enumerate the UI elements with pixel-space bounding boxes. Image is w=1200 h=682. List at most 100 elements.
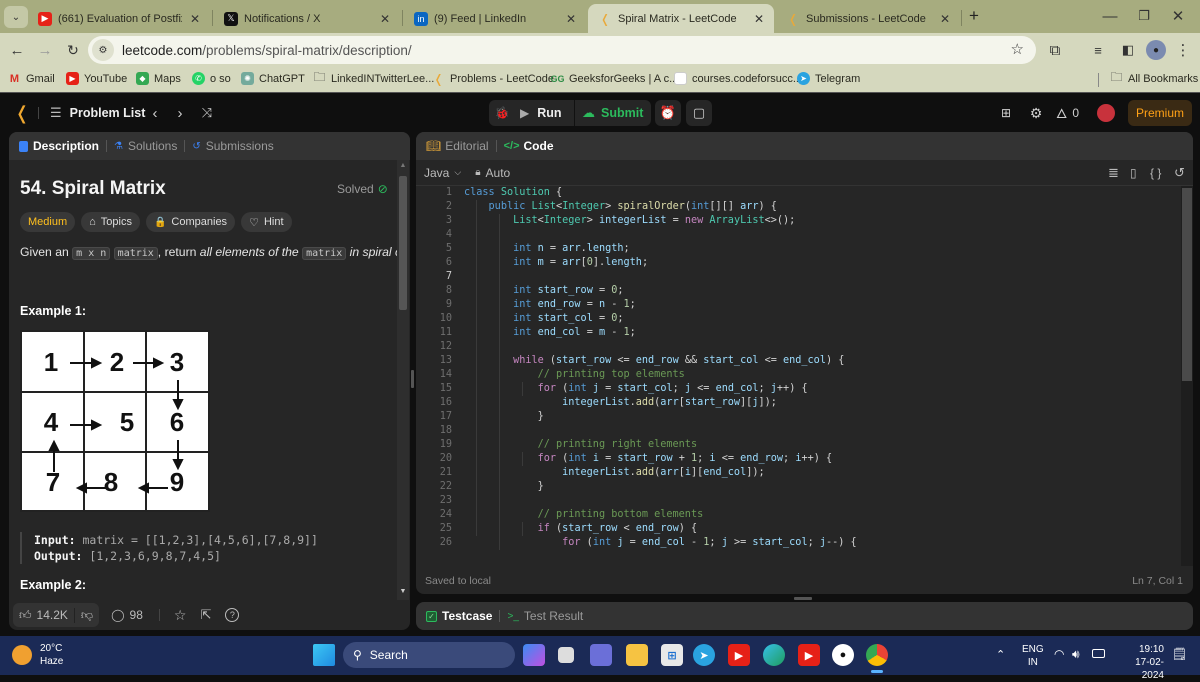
- code-line[interactable]: 13 while (start_row <= end_row && start_…: [416, 354, 1176, 368]
- browser-tab[interactable]: in (9) Feed | LinkedIn ✕: [404, 4, 586, 33]
- close-window-button[interactable]: ✕: [1164, 6, 1192, 26]
- teams-icon[interactable]: [590, 644, 612, 666]
- tab-search-button[interactable]: ⌄: [4, 6, 28, 28]
- code-line[interactable]: 3 List<Integer> integerList = new ArrayL…: [416, 214, 1176, 228]
- description-scrollbar[interactable]: ▲ ▼: [397, 160, 409, 600]
- bookmark-chatgpt[interactable]: ✺ ChatGPT: [241, 72, 305, 85]
- file-explorer-icon[interactable]: [626, 644, 648, 666]
- show-hidden-icons[interactable]: ⌃: [996, 648, 1005, 661]
- code-line[interactable]: 2 public List<Integer> spiralOrder(int[]…: [416, 200, 1176, 214]
- tab-submissions[interactable]: ↺ Submissions: [192, 139, 273, 153]
- side-panel-icon[interactable]: ◧: [1118, 40, 1138, 60]
- editor-scrollbar-thumb[interactable]: [1182, 188, 1192, 381]
- all-bookmarks-button[interactable]: 🗀 All Bookmarks: [1110, 70, 1198, 85]
- prev-problem-button[interactable]: ‹: [147, 103, 163, 123]
- back-button[interactable]: ←: [6, 39, 28, 61]
- code-line[interactable]: 9 int end_row = n - 1;: [416, 298, 1176, 312]
- like-button[interactable]: 👍︎ 14.2K: [13, 608, 74, 623]
- reload-button[interactable]: ↻: [62, 39, 84, 61]
- user-avatar[interactable]: [1097, 104, 1115, 122]
- tab-testcase[interactable]: ✓ Testcase: [426, 609, 492, 623]
- close-tab-icon[interactable]: ✕: [380, 12, 390, 26]
- code-line[interactable]: 12: [416, 340, 1176, 354]
- bookmark-courses[interactable]: courses.codeforsucc...: [674, 72, 802, 85]
- extensions-icon[interactable]: ⧉: [1045, 40, 1065, 60]
- browser-tab[interactable]: ❬ Submissions - LeetCode ✕: [776, 4, 960, 33]
- task-view-icon[interactable]: [558, 647, 574, 663]
- code-line[interactable]: 22 }: [416, 480, 1176, 494]
- submit-button[interactable]: ☁ Submit: [582, 103, 643, 123]
- code-line[interactable]: 19 // printing right elements: [416, 438, 1176, 452]
- problem-list-button[interactable]: ☰ Problem List: [50, 103, 145, 123]
- bookmark-folder[interactable]: 🗀 LinkedINTwitterLee...: [313, 70, 434, 85]
- dislike-button[interactable]: 👎︎: [73, 607, 99, 623]
- tab-code[interactable]: </> Code: [504, 139, 554, 153]
- youtube-icon[interactable]: ▶: [798, 644, 820, 666]
- code-line[interactable]: 4: [416, 228, 1176, 242]
- close-tab-icon[interactable]: ✕: [566, 12, 576, 26]
- bookmark-youtube[interactable]: ▶ YouTube: [66, 72, 127, 85]
- close-tab-icon[interactable]: ✕: [940, 12, 950, 26]
- bookmark-star-icon[interactable]: ☆: [1011, 40, 1024, 58]
- editor-resize-handle[interactable]: [794, 597, 812, 600]
- leetcode-logo[interactable]: ❬: [12, 103, 32, 123]
- code-line[interactable]: 24 // printing bottom elements: [416, 508, 1176, 522]
- tab-solutions[interactable]: ⚗ Solutions: [114, 139, 177, 153]
- companies-tag[interactable]: 🔒 Companies: [145, 212, 236, 232]
- media-control-icon[interactable]: ≡: [1088, 40, 1108, 60]
- next-problem-button[interactable]: ›: [172, 103, 188, 123]
- code-line[interactable]: 25 if (start_row < end_row) {: [416, 522, 1176, 536]
- chrome-menu-icon[interactable]: ⋮: [1174, 40, 1192, 60]
- scroll-down-arrow[interactable]: ▼: [397, 588, 409, 598]
- share-icon[interactable]: ⇱: [200, 607, 211, 623]
- wifi-icon[interactable]: ◠: [1054, 647, 1064, 661]
- volume-icon[interactable]: 🔊︎: [1072, 647, 1080, 662]
- profile-avatar[interactable]: ●: [1146, 40, 1166, 60]
- telegram-icon[interactable]: ➤: [693, 644, 715, 666]
- browser-tab[interactable]: ▶ (661) Evaluation of Postfix Expre ✕: [28, 4, 210, 33]
- bookmark-whatsapp[interactable]: ✆ o so: [192, 72, 231, 85]
- code-line[interactable]: 18: [416, 424, 1176, 438]
- settings-icon[interactable]: ⚙: [1026, 103, 1046, 123]
- code-line[interactable]: 16 integerList.add(arr[start_row][j]);: [416, 396, 1176, 410]
- ms-store-icon[interactable]: ⊞: [661, 644, 683, 666]
- windows-start-button[interactable]: [313, 644, 335, 666]
- bookmark-gfg[interactable]: GG GeeksforGeeks | A c...: [551, 72, 679, 85]
- code-line[interactable]: 6 int m = arr[0].length;: [416, 256, 1176, 270]
- address-bar[interactable]: ⚙ leetcode.com/problems/spiral-matrix/de…: [88, 36, 1036, 64]
- code-line[interactable]: 21 integerList.add(arr[i][end_col]);: [416, 466, 1176, 480]
- close-tab-icon[interactable]: ✕: [754, 12, 764, 26]
- site-info-icon[interactable]: ⚙: [92, 39, 114, 61]
- premium-button[interactable]: Premium: [1128, 100, 1192, 126]
- tab-description[interactable]: Description: [19, 139, 99, 153]
- code-line[interactable]: 8 int start_row = 0;: [416, 284, 1176, 298]
- bookmark-maps[interactable]: ◆ Maps: [136, 72, 181, 85]
- youtube-icon[interactable]: ▶: [728, 644, 750, 666]
- battery-icon[interactable]: [1092, 649, 1105, 658]
- restore-button[interactable]: ❐: [1130, 6, 1158, 26]
- notes-button[interactable]: ▢: [686, 100, 712, 126]
- code-line[interactable]: 5 int n = arr.length;: [416, 242, 1176, 256]
- comments-button[interactable]: ◯ 98: [111, 608, 143, 622]
- code-line[interactable]: 17 }: [416, 410, 1176, 424]
- forward-button[interactable]: →: [34, 39, 56, 61]
- scroll-up-arrow[interactable]: ▲: [397, 162, 409, 172]
- github-icon[interactable]: ●: [832, 644, 854, 666]
- favorite-star-icon[interactable]: ☆: [174, 607, 187, 624]
- help-icon[interactable]: ?: [225, 608, 240, 622]
- notifications-icon[interactable]: 🗒︎: [1172, 647, 1187, 661]
- streak-counter[interactable]: 🜂 0: [1056, 103, 1079, 123]
- bookmark-telegram[interactable]: ➤ Telegram: [797, 72, 860, 85]
- edge-icon[interactable]: [763, 644, 785, 666]
- code-line[interactable]: 11 int end_col = m - 1;: [416, 326, 1176, 340]
- editor-scrollbar[interactable]: [1181, 186, 1193, 566]
- panel-resize-handle[interactable]: [411, 370, 414, 388]
- language-indicator[interactable]: ENG IN: [1022, 643, 1044, 669]
- scrollbar-thumb[interactable]: [399, 176, 407, 310]
- code-line[interactable]: 26 for (int j = end_col - 1; j >= start_…: [416, 536, 1176, 550]
- layout-icon[interactable]: ⊞: [996, 103, 1016, 123]
- minimize-button[interactable]: —: [1096, 6, 1124, 26]
- code-line[interactable]: 23: [416, 494, 1176, 508]
- tab-test-result[interactable]: >_ Test Result: [507, 609, 583, 623]
- code-line[interactable]: 14 // printing top elements: [416, 368, 1176, 382]
